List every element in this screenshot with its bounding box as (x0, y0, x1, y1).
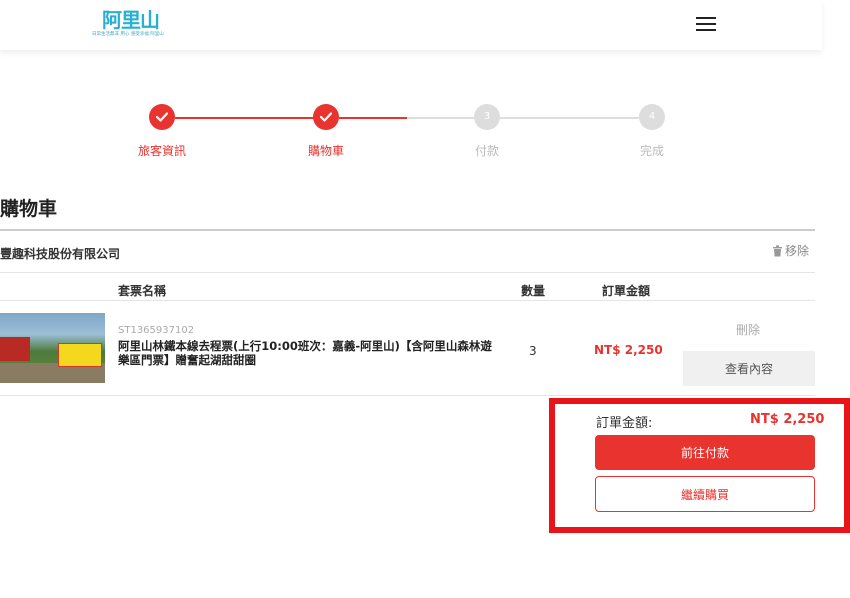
continue-shopping-button[interactable]: 繼續購買 (595, 476, 815, 512)
product-qty: 3 (529, 344, 537, 358)
check-icon (313, 104, 339, 130)
divider (0, 300, 815, 301)
divider (0, 395, 815, 396)
product-price: NT$ 2,250 (594, 343, 663, 357)
delete-item-button[interactable]: 刪除 (736, 321, 760, 338)
logo[interactable]: 阿里山 日常生活無非 用心 感受幸福 阿里山 (88, 4, 170, 42)
check-icon (149, 104, 175, 130)
page-title: 購物車 (0, 198, 58, 220)
step-number: 3 (474, 104, 500, 130)
step-payment: 3 付款 (447, 100, 527, 159)
step-cart: 購物車 (286, 100, 366, 159)
remove-all-label: 移除 (785, 244, 810, 258)
vendor-name: 豐趣科技股份有限公司 (0, 247, 121, 261)
step-label: 旅客資訊 (137, 144, 186, 158)
divider (0, 272, 815, 273)
step-traveler-info: 旅客資訊 (122, 100, 202, 159)
product-sku: ST1365937102 (118, 325, 195, 336)
proceed-to-payment-button[interactable]: 前往付款 (595, 435, 815, 470)
step-number: 4 (639, 104, 665, 130)
logo-title: 阿里山 (102, 8, 160, 32)
divider (0, 229, 815, 231)
step-label: 付款 (474, 144, 499, 158)
step-label: 完成 (639, 144, 664, 158)
column-header-amount: 訂單金額 (602, 284, 651, 298)
view-details-button[interactable]: 查看內容 (683, 351, 815, 386)
hamburger-menu-icon[interactable] (696, 17, 716, 31)
product-thumbnail[interactable] (0, 313, 105, 383)
page: 阿里山 日常生活無非 用心 感受幸福 阿里山 旅客資訊 購物車 3 付款 4 完… (0, 0, 850, 598)
logo-tagline: 日常生活無非 用心 感受幸福 阿里山 (92, 32, 164, 37)
header: 阿里山 日常生活無非 用心 感受幸福 阿里山 (0, 0, 822, 50)
trash-icon (773, 245, 782, 257)
remove-all-button[interactable]: 移除 (772, 242, 809, 259)
order-total-label: 訂單金額: (596, 416, 653, 431)
column-header-name: 套票名稱 (118, 284, 167, 298)
column-header-qty: 數量 (521, 284, 546, 298)
step-complete: 4 完成 (612, 100, 692, 159)
product-name: 阿里山林鐵本線去程票(上行10:00班次：嘉義-阿里山)【含阿里山森林遊樂區門票… (118, 339, 492, 367)
order-total-value: NT$ 2,250 (750, 412, 825, 427)
step-label: 購物車 (307, 144, 344, 158)
checkout-stepper: 旅客資訊 購物車 3 付款 4 完成 (0, 100, 822, 160)
